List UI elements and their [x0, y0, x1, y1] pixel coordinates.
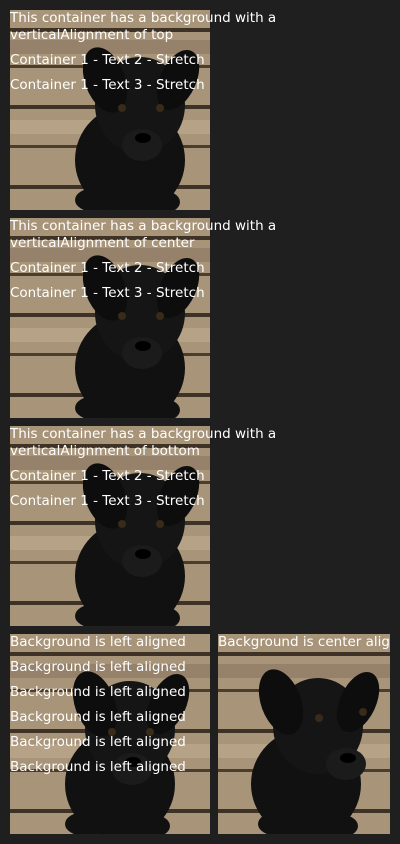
adaptive-card-canvas: This container has a background with a v…: [0, 0, 400, 844]
right-column-background-image: [218, 634, 390, 834]
container-2: This container has a background with a v…: [10, 218, 390, 310]
left-column-line-3: Background is left aligned: [10, 684, 186, 700]
container-1-title: This container has a background with a v…: [10, 10, 277, 43]
left-column-line-1: Background is left aligned: [10, 634, 186, 650]
left-column-line-5: Background is left aligned: [10, 734, 186, 750]
container-3-text-2: Container 1 - Text 2 - Stretch: [10, 468, 205, 484]
container-1-text-3: Container 1 - Text 3 - Stretch: [10, 77, 205, 93]
container-2-text-3: Container 1 - Text 3 - Stretch: [10, 285, 205, 301]
container-1-text-2: Container 1 - Text 2 - Stretch: [10, 52, 205, 68]
container-1: This container has a background with a v…: [10, 10, 390, 102]
left-column-line-4: Background is left aligned: [10, 709, 186, 725]
left-column-line-2: Background is left aligned: [10, 659, 186, 675]
container-3-title: This container has a background with a v…: [10, 426, 277, 459]
right-column-line: Background is center aligned: [218, 634, 390, 650]
container-3-text-3: Container 1 - Text 3 - Stretch: [10, 493, 205, 509]
left-column-line-6: Background is left aligned: [10, 759, 186, 775]
container-3: This container has a background with a v…: [10, 426, 390, 518]
container-2-title: This container has a background with a v…: [10, 218, 277, 251]
container-2-text-2: Container 1 - Text 2 - Stretch: [10, 260, 205, 276]
puppy-on-wood-image: [218, 634, 390, 834]
